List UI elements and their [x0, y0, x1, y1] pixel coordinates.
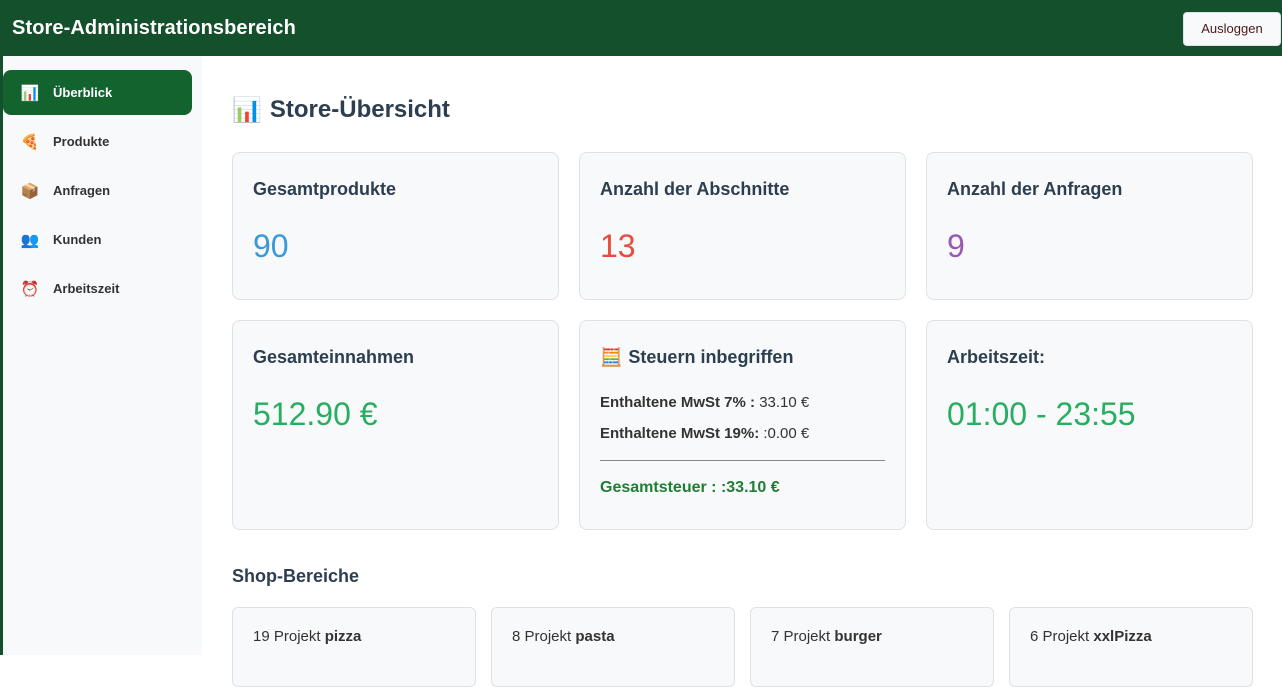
sidebar-item-label: Anfragen — [53, 183, 111, 198]
alarm-clock-icon: ⏰ — [20, 280, 40, 298]
top-bar: Store-Administrationsbereich Ausloggen — [0, 0, 1282, 56]
vat-19-line: Enthaltene MwSt 19%: :0.00 € — [600, 425, 885, 442]
requests-count-value: 9 — [947, 228, 965, 264]
abacus-icon: 🧮 — [600, 347, 623, 367]
bar-chart-icon: 📊 — [232, 96, 262, 124]
revenue-value: 512.90 € — [253, 396, 378, 432]
vat-19-label: Enthaltene MwSt 19%: — [600, 425, 760, 442]
card-label: Arbeitszeit: — [947, 347, 1046, 367]
shop-section-name: xxlPizza — [1093, 628, 1152, 645]
page-title: 📊 Store-Übersicht — [232, 94, 1262, 126]
shop-section-count: 8 Projekt — [512, 628, 576, 645]
app-title: Store-Administrationsbereich — [12, 16, 296, 39]
tax-card: 🧮 Steuern inbegriffen Enthaltene MwSt 7%… — [579, 320, 906, 530]
shop-section-count: 7 Projekt — [771, 628, 835, 645]
total-products-value: 90 — [253, 228, 289, 264]
tax-card-title: Steuern inbegriffen — [628, 347, 794, 367]
shop-section-count: 6 Projekt — [1030, 628, 1094, 645]
shop-section-card[interactable]: 7 Projekt burger — [750, 607, 994, 687]
card-label: Gesamteinnahmen — [253, 347, 415, 367]
vat-19-value: :0.00 € — [759, 425, 810, 442]
shop-sections-list: 19 Projekt pizza 8 Projekt pasta 7 Proje… — [232, 607, 1262, 687]
bar-chart-icon: 📊 — [20, 84, 40, 102]
stats-grid: Gesamtprodukte 90 Anzahl der Abschnitte … — [232, 152, 1262, 530]
divider — [600, 460, 885, 461]
shop-section-count: 19 Projekt — [253, 628, 325, 645]
vat-7-label: Enthaltene MwSt 7% : — [600, 394, 756, 411]
shop-sections-title: Shop-Bereiche — [232, 566, 360, 586]
sidebar-item-customers[interactable]: 👥 Kunden — [3, 217, 192, 262]
sidebar-item-label: Arbeitszeit — [53, 281, 120, 296]
sidebar-item-working-hours[interactable]: ⏰ Arbeitszeit — [3, 266, 192, 311]
main-content: 📊 Store-Übersicht Gesamtprodukte 90 Anza… — [232, 56, 1262, 687]
sidebar: 📊 Überblick 🍕 Produkte 📦 Anfragen 👥 Kund… — [0, 56, 202, 655]
total-tax: Gesamtsteuer : :33.10 € — [600, 479, 780, 496]
card-label: Anzahl der Anfragen — [947, 179, 1123, 199]
sidebar-item-products[interactable]: 🍕 Produkte — [3, 119, 192, 164]
total-products-card: Gesamtprodukte 90 — [232, 152, 559, 300]
sidebar-item-label: Überblick — [53, 85, 113, 100]
sidebar-item-label: Kunden — [53, 232, 102, 247]
shop-section-name: pasta — [575, 628, 615, 645]
shop-section-name: burger — [834, 628, 882, 645]
card-label: 🧮 Steuern inbegriffen — [600, 347, 885, 368]
revenue-card: Gesamteinnahmen 512.90 € — [232, 320, 559, 530]
users-icon: 👥 — [20, 231, 40, 249]
vat-7-line: Enthaltene MwSt 7% : 33.10 € — [600, 394, 885, 411]
shop-section-name: pizza — [324, 628, 362, 645]
vat-7-value: 33.10 € — [755, 394, 810, 411]
sections-count-card: Anzahl der Abschnitte 13 — [579, 152, 906, 300]
card-label: Gesamtprodukte — [253, 179, 397, 199]
card-label: Anzahl der Abschnitte — [600, 179, 790, 199]
page-title-text: Store-Übersicht — [269, 96, 450, 123]
shop-section-card[interactable]: 8 Projekt pasta — [491, 607, 735, 687]
shop-section-card[interactable]: 6 Projekt xxlPizza — [1009, 607, 1253, 687]
requests-count-card: Anzahl der Anfragen 9 — [926, 152, 1253, 300]
working-hours-value: 01:00 - 23:55 — [947, 396, 1136, 432]
pizza-icon: 🍕 — [20, 133, 40, 151]
package-icon: 📦 — [20, 182, 40, 200]
sections-count-value: 13 — [600, 228, 636, 264]
sidebar-item-requests[interactable]: 📦 Anfragen — [3, 168, 192, 213]
sidebar-item-overview[interactable]: 📊 Überblick — [3, 70, 192, 115]
sidebar-item-label: Produkte — [53, 134, 110, 149]
shop-section-card[interactable]: 19 Projekt pizza — [232, 607, 476, 687]
logout-button[interactable]: Ausloggen — [1183, 11, 1281, 46]
working-hours-card: Arbeitszeit: 01:00 - 23:55 — [926, 320, 1253, 530]
